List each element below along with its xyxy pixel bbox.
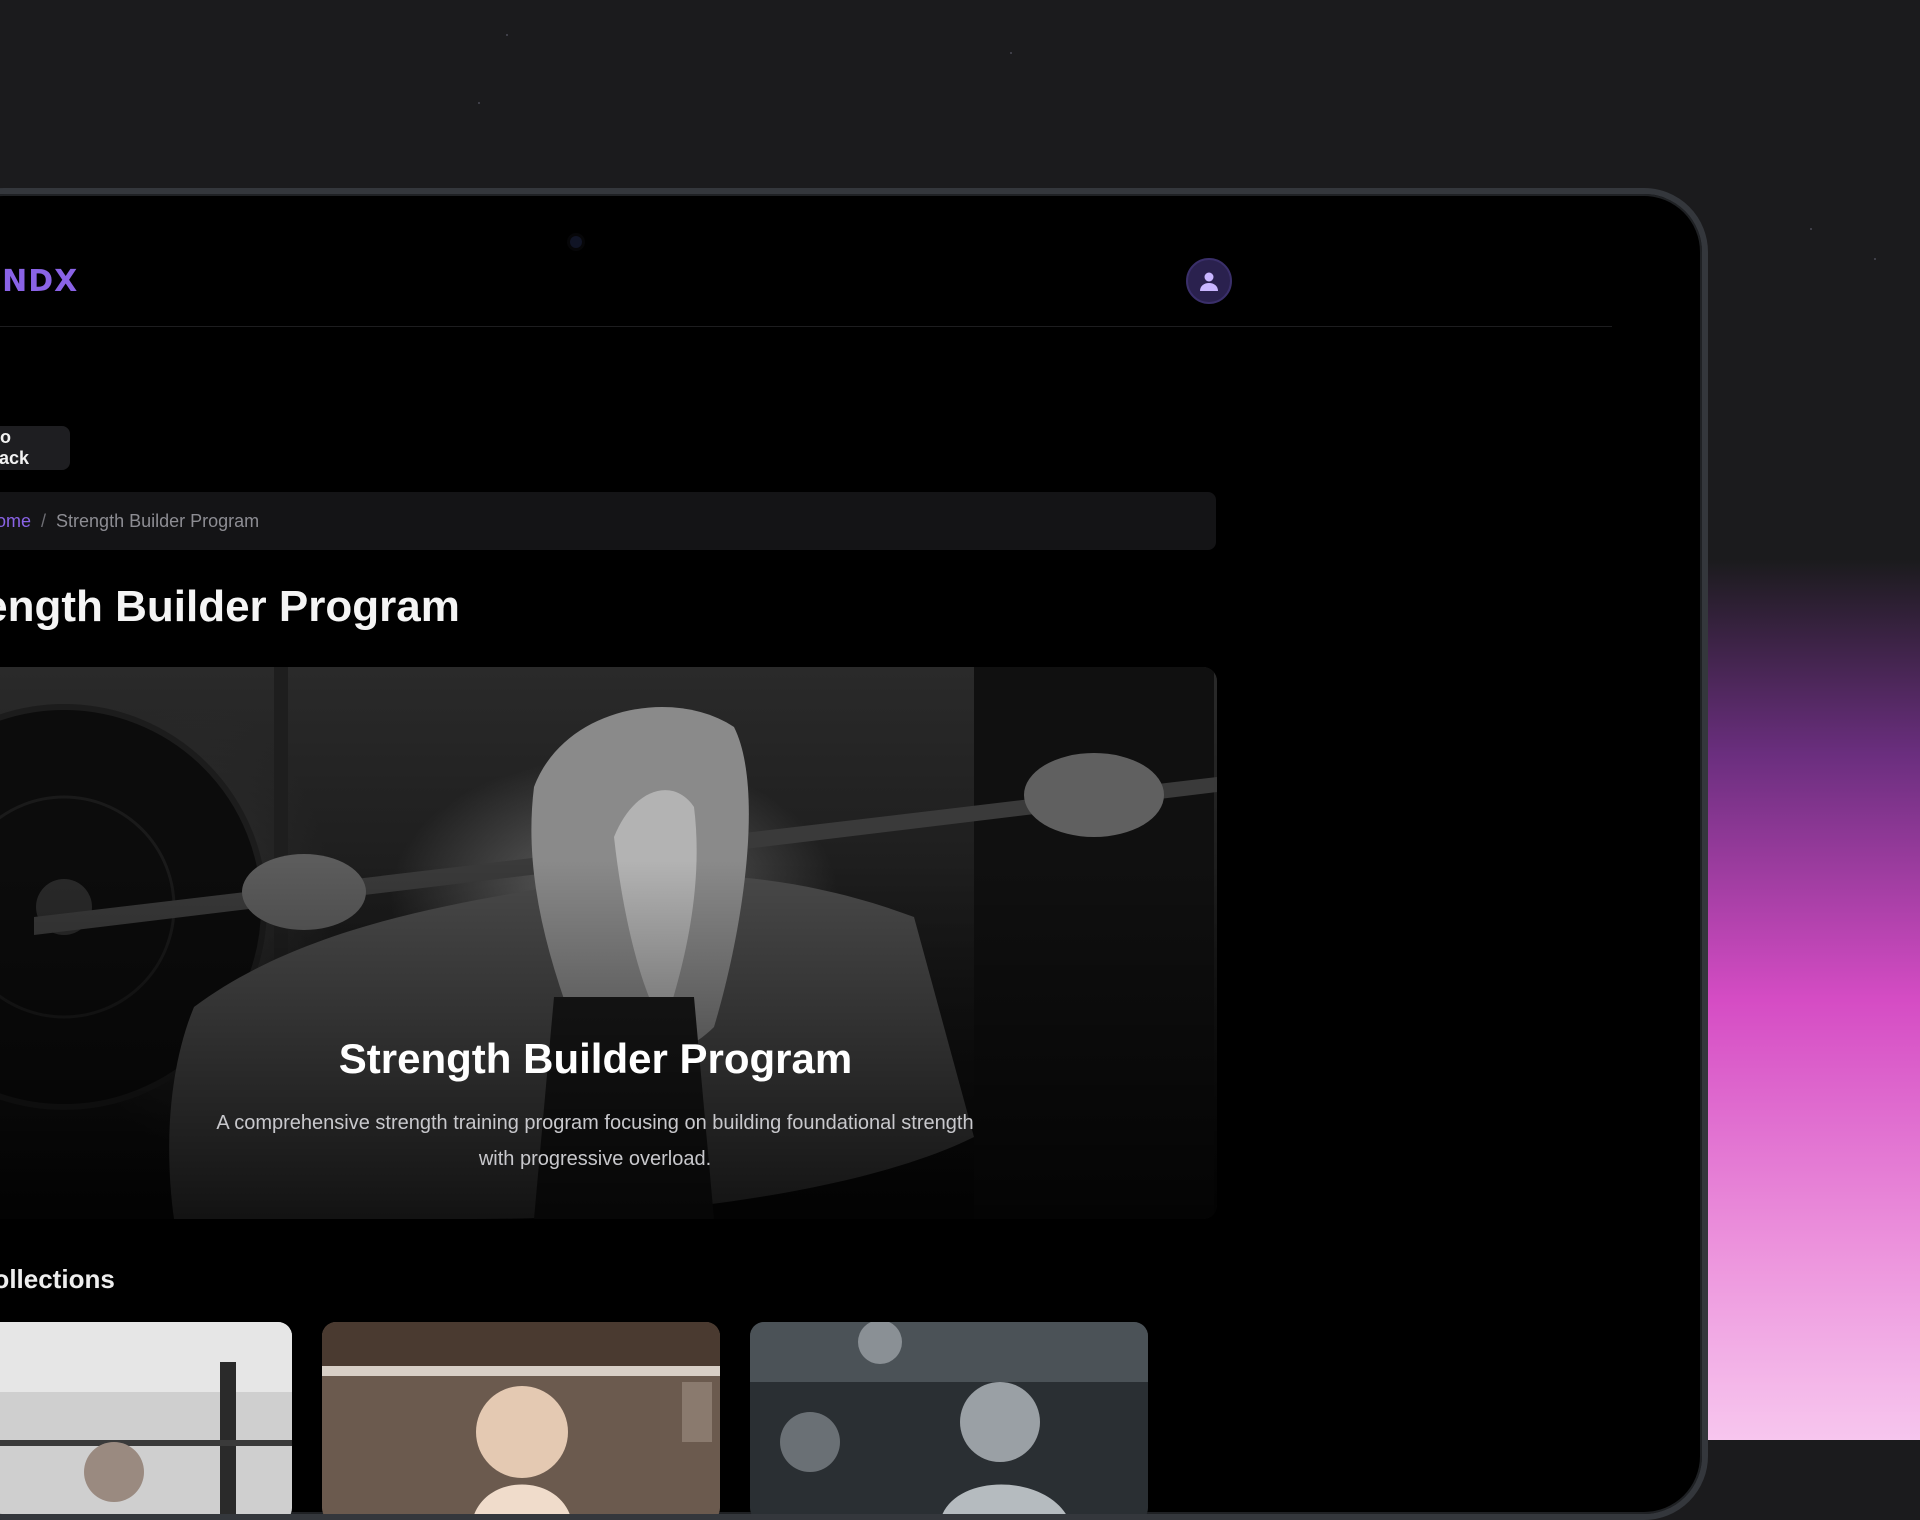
- hero-description-line: with progressive overload.: [478, 1148, 712, 1170]
- app-screen: INDX Go Back ome / Strength Builder Prog…: [0, 194, 1646, 1514]
- background-gradient: [1680, 560, 1920, 1440]
- background-star: [478, 102, 480, 104]
- page-title: rength Builder Program: [0, 582, 460, 631]
- hero-banner: Strength Builder Program A comprehensive…: [0, 667, 1217, 1219]
- sub-collections-heading: -Collections: [0, 1264, 115, 1294]
- top-navbar: INDX: [0, 194, 1612, 327]
- sub-collection-card[interactable]: [750, 1322, 1148, 1514]
- card-photo: [322, 1322, 720, 1514]
- user-avatar-button[interactable]: [1186, 258, 1232, 304]
- hero-description: A comprehensive strength training progra…: [200, 1105, 990, 1177]
- card-photo: [0, 1322, 292, 1514]
- laptop-frame: INDX Go Back ome / Strength Builder Prog…: [0, 188, 1708, 1520]
- sub-collection-card[interactable]: [322, 1322, 720, 1514]
- go-back-button[interactable]: Go Back: [0, 426, 70, 470]
- hero-description-line: A comprehensive strength training progra…: [216, 1112, 974, 1134]
- brand-logo[interactable]: INDX: [0, 264, 78, 299]
- breadcrumb: ome / Strength Builder Program: [0, 492, 1216, 550]
- card-photo: [750, 1322, 1148, 1514]
- breadcrumb-current: Strength Builder Program: [56, 510, 260, 531]
- background-star: [506, 34, 508, 36]
- hero-title: Strength Builder Program: [338, 1035, 853, 1082]
- breadcrumb-home-link[interactable]: ome: [0, 511, 31, 532]
- sub-collection-card[interactable]: [0, 1322, 292, 1514]
- background-star: [1010, 52, 1012, 54]
- breadcrumb-separator: /: [41, 510, 47, 531]
- background-star: [1874, 258, 1876, 260]
- background-star: [1810, 228, 1812, 230]
- user-icon: [1200, 272, 1218, 291]
